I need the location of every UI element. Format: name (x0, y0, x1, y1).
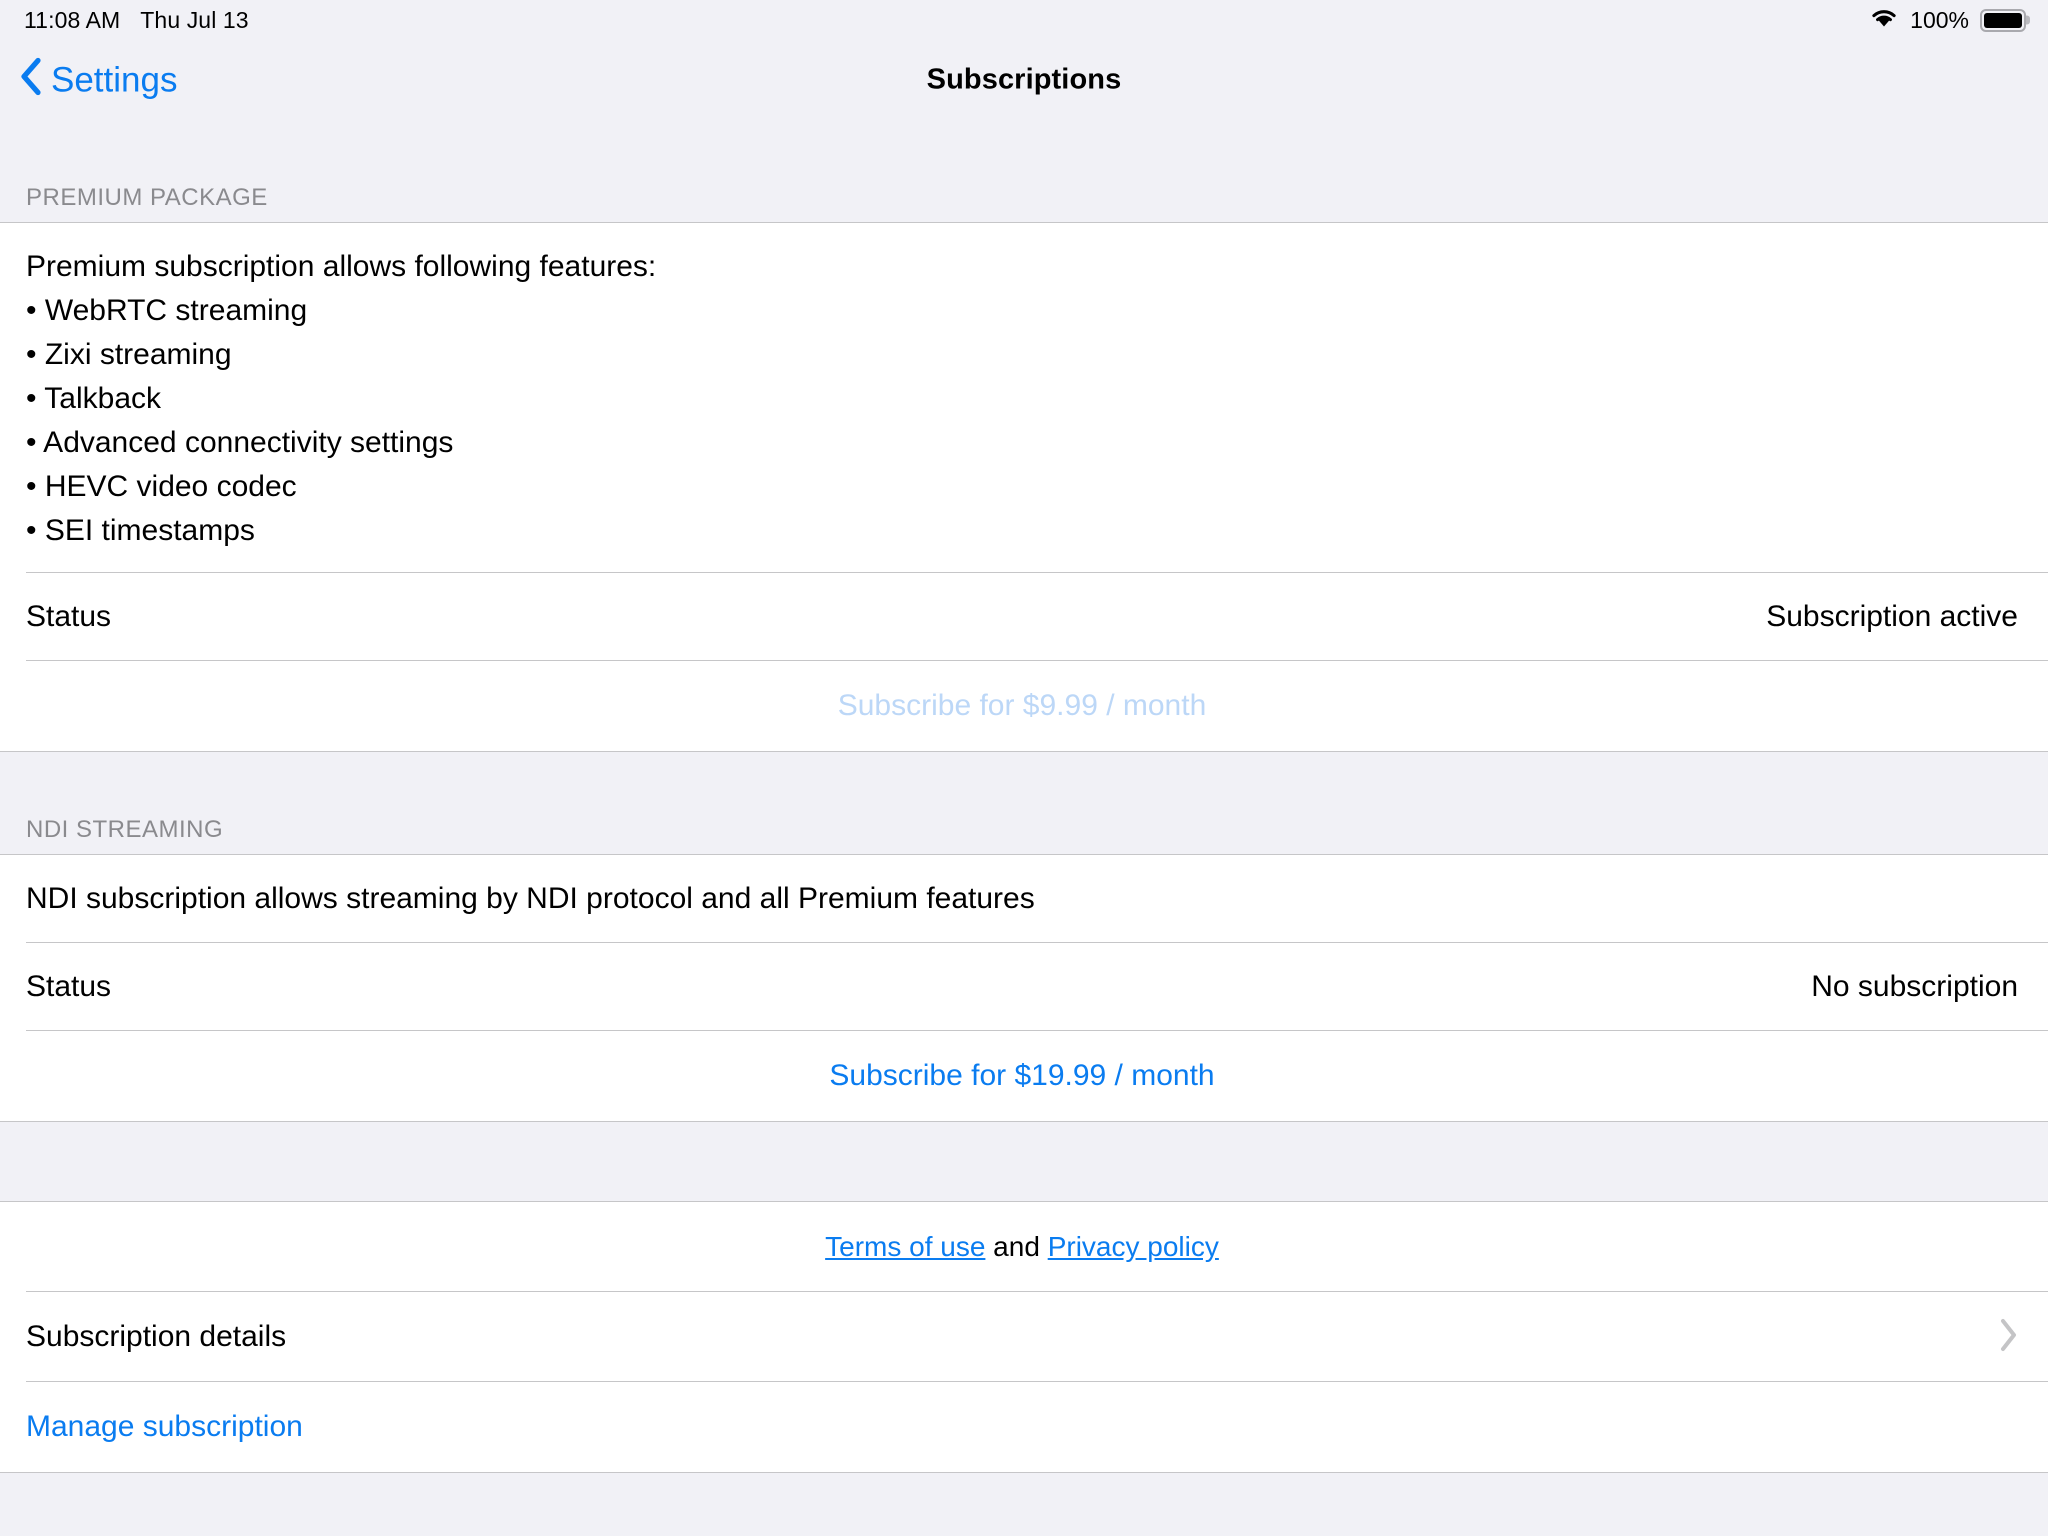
ndi-status-row: Status No subscription (0, 943, 2048, 1031)
subscription-details-label: Subscription details (26, 1320, 287, 1353)
bottom-spacer (0, 1473, 2048, 1536)
status-bar-right: 100% (1869, 6, 2030, 35)
ndi-status-label: Status (26, 970, 112, 1003)
section-header-ndi: NDI STREAMING (0, 792, 2048, 854)
premium-subscribe-row[interactable]: Subscribe for $9.99 / month (0, 661, 2048, 751)
feature-item: • Advanced connectivity settings (26, 426, 454, 459)
feature-item: • HEVC video codec (26, 470, 297, 503)
manage-subscription-row[interactable]: Manage subscription (0, 1382, 2048, 1472)
status-bar-left: 11:08 AM Thu Jul 13 (24, 7, 249, 34)
legal-links-row: Terms of use and Privacy policy (0, 1202, 2048, 1292)
ndi-status-value: No subscription (1811, 970, 2018, 1003)
premium-status-value: Subscription active (1766, 600, 2018, 633)
status-bar-date: Thu Jul 13 (140, 6, 249, 33)
premium-subscribe-button[interactable]: Subscribe for $9.99 / month (838, 689, 1207, 723)
premium-status-row: Status Subscription active (0, 573, 2048, 661)
premium-features-cell: Premium subscription allows following fe… (0, 223, 2048, 573)
battery-full-icon (1980, 8, 2030, 32)
subscription-details-row[interactable]: Subscription details (0, 1292, 2048, 1382)
ndi-footer-spacer (0, 1122, 2048, 1201)
battery-percent-label: 100% (1910, 6, 1969, 33)
page-title: Subscriptions (926, 63, 1122, 96)
terms-of-use-link[interactable]: Terms of use (825, 1231, 985, 1263)
features-intro: Premium subscription allows following fe… (26, 250, 657, 283)
links-conjunction: and (985, 1231, 1048, 1262)
status-bar: 11:08 AM Thu Jul 13 100% (0, 0, 2048, 40)
wifi-icon (1869, 6, 1899, 35)
feature-item: • SEI timestamps (26, 514, 255, 547)
chevron-right-icon (1998, 1318, 2018, 1357)
manage-subscription-button[interactable]: Manage subscription (26, 1410, 303, 1444)
feature-item: • Zixi streaming (26, 338, 232, 371)
battery-cap (2026, 15, 2030, 25)
privacy-policy-link[interactable]: Privacy policy (1048, 1231, 1219, 1263)
premium-ndi-spacer (0, 752, 2048, 792)
premium-package-group: Premium subscription allows following fe… (0, 222, 2048, 752)
ndi-streaming-group: NDI subscription allows streaming by NDI… (0, 854, 2048, 1122)
footer-group: Terms of use and Privacy policy Subscrip… (0, 1201, 2048, 1473)
status-bar-time: 11:08 AM (24, 6, 121, 33)
top-spacer (0, 120, 2048, 160)
settings-content: PREMIUM PACKAGE Premium subscription all… (0, 120, 2048, 1536)
battery-fill (1984, 12, 2022, 28)
ndi-subscribe-row[interactable]: Subscribe for $19.99 / month (0, 1031, 2048, 1121)
ndi-subscribe-button[interactable]: Subscribe for $19.99 / month (829, 1059, 1214, 1093)
feature-item: • Talkback (26, 382, 162, 415)
premium-status-label: Status (26, 600, 112, 633)
feature-item: • WebRTC streaming (26, 294, 308, 327)
ndi-description-row: NDI subscription allows streaming by NDI… (0, 855, 2048, 943)
ipad-settings-screen: 11:08 AM Thu Jul 13 100% Settings Subscr… (0, 0, 2048, 1536)
section-header-premium: PREMIUM PACKAGE (0, 160, 2048, 222)
navigation-bar: Settings Subscriptions (0, 40, 2048, 120)
ndi-description: NDI subscription allows streaming by NDI… (26, 882, 1035, 915)
